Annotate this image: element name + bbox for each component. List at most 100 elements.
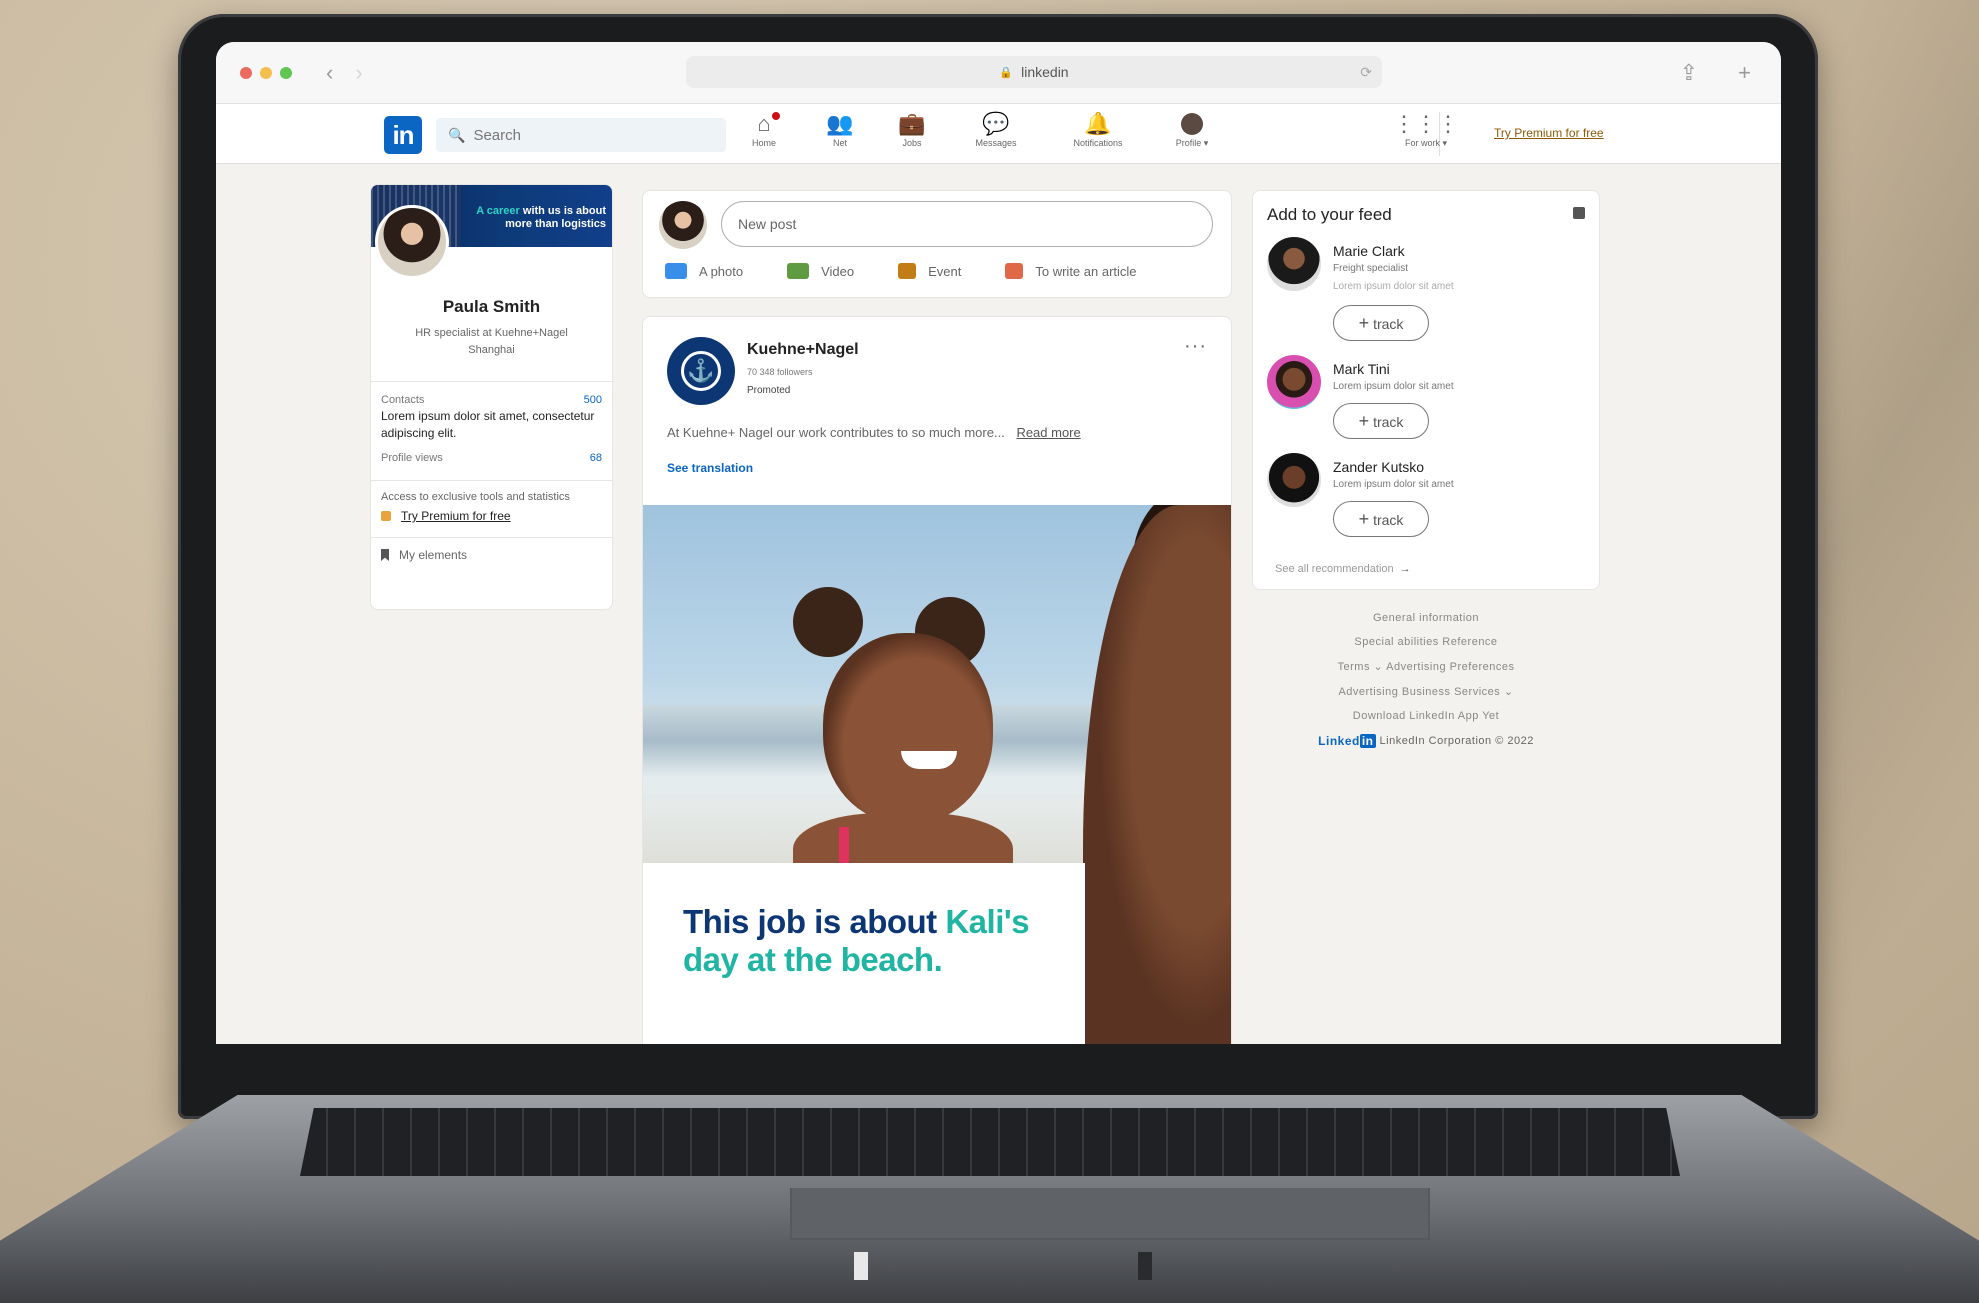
- close-window-button[interactable]: [240, 66, 252, 79]
- profile-views-label: Profile views: [381, 452, 443, 464]
- avatar: [1181, 113, 1203, 135]
- profile-card: A career with us is about more than logi…: [370, 184, 613, 610]
- nav-profile[interactable]: Profile ▾: [1152, 110, 1232, 149]
- profile-name[interactable]: Paula Smith: [371, 297, 612, 317]
- photo-icon: [665, 263, 687, 279]
- recommendation-desc: Lorem ipsum dolor sit amet: [1333, 479, 1454, 490]
- read-more-link[interactable]: Read more: [1016, 425, 1080, 440]
- bookmark-icon: [381, 549, 389, 561]
- recommendation-name[interactable]: Zander Kutsko: [1333, 459, 1424, 475]
- url-bar[interactable]: 🔒 linkedin ⟳: [686, 56, 1382, 88]
- profile-avatar[interactable]: [375, 205, 449, 279]
- linkedin-wordmark: Linked in: [1318, 734, 1376, 748]
- footer-link[interactable]: Download LinkedIn App Yet: [1252, 710, 1600, 722]
- profile-views-row[interactable]: Profile views 68: [381, 452, 602, 464]
- nav-notifications[interactable]: 🔔 Notifications: [1058, 110, 1138, 148]
- trackpad: [790, 1188, 1430, 1240]
- linkedin-logo[interactable]: in: [384, 116, 422, 154]
- track-label: track: [1373, 512, 1404, 528]
- grid-icon: ⋮⋮⋮: [1393, 111, 1459, 136]
- ad-headline: This job is about Kali's day at the beac…: [683, 903, 1030, 979]
- nav-network[interactable]: 👥 Net: [800, 110, 880, 148]
- banner-line1: with us is about: [519, 205, 606, 217]
- contacts-count: 500: [583, 394, 602, 406]
- avatar[interactable]: [1267, 453, 1321, 507]
- laptop-screen: ‹ › 🔒 linkedin ⟳ ⇪ + in 🔍 Search ⌂ Home …: [216, 42, 1781, 1044]
- nav-messages-label: Messages: [975, 138, 1017, 148]
- photo-button[interactable]: A photo: [665, 263, 743, 279]
- try-premium-link[interactable]: Try Premium for free: [381, 509, 602, 523]
- girl-face: [823, 633, 993, 823]
- nav-home[interactable]: ⌂ Home: [724, 110, 804, 148]
- minimize-window-button[interactable]: [260, 66, 272, 79]
- my-elements-label: My elements: [399, 548, 468, 562]
- write-article-button[interactable]: To write an article: [1005, 263, 1137, 279]
- nav-home-label: Home: [751, 138, 776, 148]
- recommendation-name[interactable]: Marie Clark: [1333, 243, 1405, 259]
- share-icon[interactable]: ⇪: [1680, 60, 1698, 85]
- track-label: track: [1373, 414, 1404, 430]
- more-options-icon[interactable]: ···: [1184, 335, 1207, 358]
- recommendation-desc: Freight specialist: [1333, 263, 1409, 274]
- company-name[interactable]: Kuehne+Nagel: [747, 341, 859, 359]
- company-logo[interactable]: ⚓: [667, 337, 735, 405]
- contacts-label: Contacts: [381, 394, 425, 406]
- info-icon[interactable]: [1573, 207, 1585, 219]
- hinge-left: [854, 1252, 868, 1280]
- avatar[interactable]: [1267, 355, 1321, 409]
- search-icon: 🔍: [448, 126, 466, 143]
- brand-box: in: [1359, 734, 1376, 748]
- event-label: Event: [928, 263, 962, 279]
- footer-link[interactable]: Advertising Business Services ⌄: [1252, 685, 1600, 698]
- keyboard: [300, 1108, 1680, 1176]
- forward-arrow-icon[interactable]: ›: [355, 60, 362, 86]
- new-post-input[interactable]: New post: [721, 201, 1213, 247]
- see-all-label: See all recommendation: [1275, 563, 1394, 575]
- add-to-feed-title: Add to your feed: [1267, 205, 1392, 224]
- track-button[interactable]: + track: [1333, 305, 1429, 341]
- nav-notifications-label: Notifications: [1073, 138, 1123, 148]
- browser-toolbar: ‹ › 🔒 linkedin ⟳ ⇪ +: [216, 42, 1781, 104]
- recommendation-desc: Lorem ipsum dolor sit amet: [1333, 381, 1454, 392]
- url-text: linkedin: [1021, 64, 1069, 80]
- see-all-recommendations-link[interactable]: See all recommendation →: [1275, 563, 1411, 575]
- avatar[interactable]: [1267, 237, 1321, 291]
- post-composer: New post A photo Video Event To write an…: [642, 190, 1232, 298]
- video-label: Video: [821, 263, 855, 279]
- footer-link[interactable]: Special abilities Reference: [1252, 636, 1600, 648]
- swimsuit-strap: [839, 827, 849, 867]
- contacts-row[interactable]: Contacts 500: [381, 394, 602, 406]
- nav-for-work[interactable]: ⋮⋮⋮ For work ▾: [1386, 110, 1466, 149]
- footer-link[interactable]: General information: [1252, 612, 1600, 624]
- arrow-right-icon: →: [1399, 563, 1411, 575]
- search-placeholder: Search: [473, 126, 521, 144]
- woman-figure: [1083, 505, 1231, 1044]
- new-tab-icon[interactable]: +: [1738, 60, 1751, 85]
- recommendation-name[interactable]: Mark Tini: [1333, 361, 1390, 377]
- event-button[interactable]: Event: [898, 263, 961, 279]
- track-button[interactable]: + track: [1333, 501, 1429, 537]
- brand-text: Linked: [1318, 734, 1360, 748]
- search-input[interactable]: 🔍 Search: [436, 118, 726, 152]
- see-translation-link[interactable]: See translation: [667, 461, 753, 475]
- video-icon: [787, 263, 810, 279]
- chevron-down-icon: ▾: [1442, 138, 1448, 148]
- post-image[interactable]: This job is about Kali's day at the beac…: [643, 505, 1231, 1044]
- recommendation-desc: Lorem ipsum dolor sit amet: [1333, 281, 1454, 292]
- reload-icon[interactable]: ⟳: [1360, 64, 1372, 81]
- nav-jobs[interactable]: 💼 Jobs: [872, 110, 952, 148]
- premium-icon: [381, 511, 391, 521]
- profile-title: HR specialist at Kuehne+Nagel Shanghai: [415, 327, 568, 356]
- hinge-right: [1138, 1252, 1152, 1280]
- track-button[interactable]: + track: [1333, 403, 1429, 439]
- nav-messages[interactable]: 💬 Messages: [956, 110, 1036, 148]
- nav-network-label: Net: [832, 138, 847, 148]
- maximize-window-button[interactable]: [280, 66, 292, 79]
- try-premium-link[interactable]: Try Premium for free: [1494, 126, 1604, 140]
- video-button[interactable]: Video: [787, 263, 854, 279]
- contacts-text: Lorem ipsum dolor sit amet, consectetur …: [381, 409, 595, 440]
- headline-accent: Kali's: [945, 903, 1030, 940]
- back-arrow-icon[interactable]: ‹: [326, 60, 333, 86]
- footer-link[interactable]: Terms ⌄ Advertising Preferences: [1252, 660, 1600, 673]
- my-elements-link[interactable]: My elements: [371, 538, 612, 572]
